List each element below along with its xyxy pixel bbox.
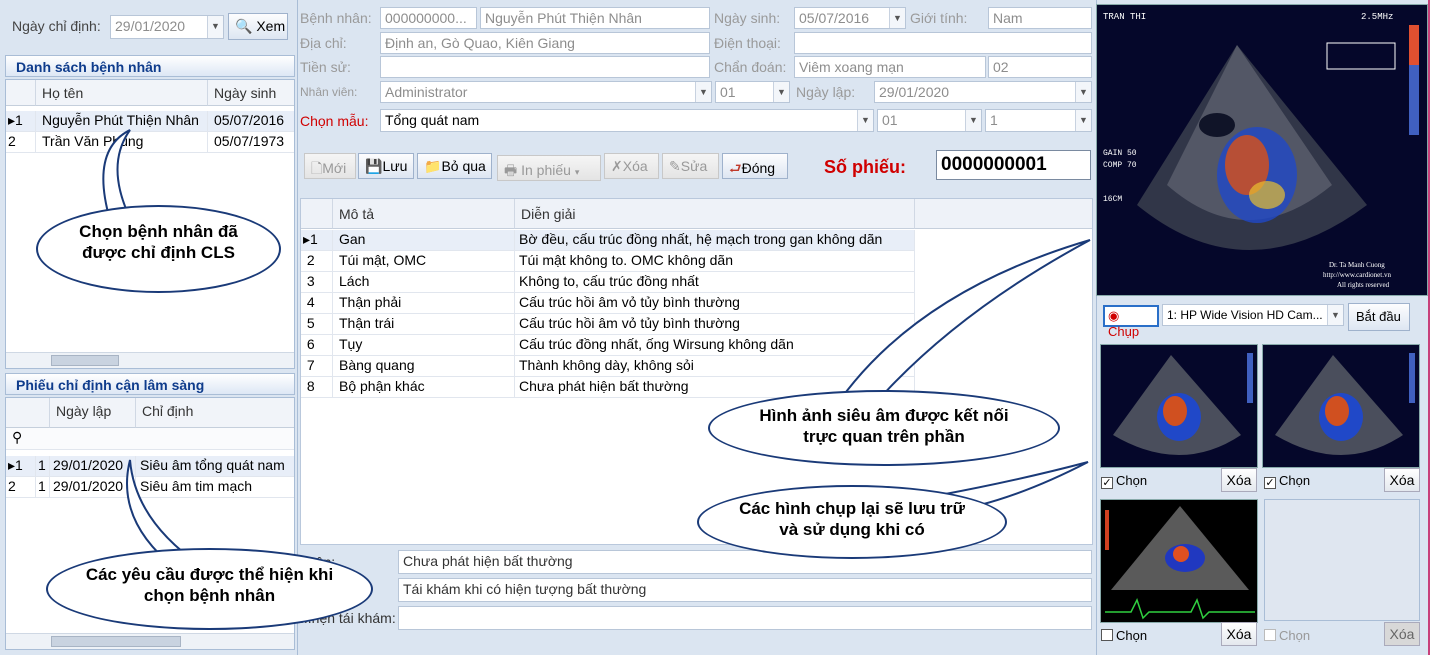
callout-orders: Các yêu cầu được thể hiện khi chọn bệnh … <box>46 548 373 630</box>
callout-ultrasound: Hình ảnh siêu âm được kết nối trực quan … <box>708 390 1060 466</box>
callout-captures: Các hình chụp lại sẽ lưu trữ và sử dụng … <box>697 485 1007 559</box>
callout-select-patient: Chọn bệnh nhân đã được chỉ định CLS <box>36 205 281 293</box>
